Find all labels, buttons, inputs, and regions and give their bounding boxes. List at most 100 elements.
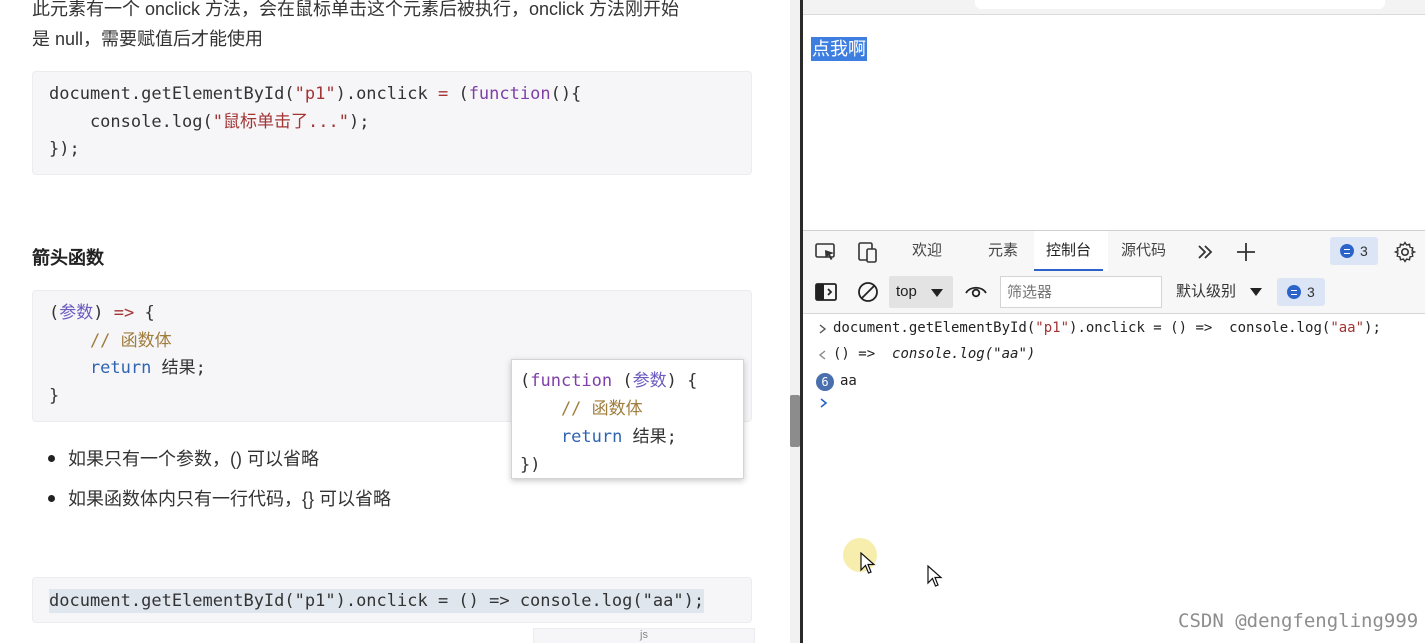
console-token: () => — [833, 346, 893, 362]
code-comment: // 函数体 — [520, 399, 643, 419]
code-token: ).onclick — [335, 84, 438, 104]
issues-count: 3 — [1360, 243, 1368, 259]
code-token: document.getElementById( — [49, 84, 295, 104]
context-value: top — [896, 283, 917, 300]
code-token: ); — [683, 591, 705, 611]
code-string: "鼠标单击了..." — [212, 111, 349, 132]
code-token: ); — [348, 111, 370, 132]
tab-console[interactable]: 控制台 — [1033, 231, 1104, 271]
inspect-element-icon[interactable] — [814, 240, 838, 264]
code-block-arrow-onclick: document.getElementById("p1").onclick = … — [32, 577, 752, 623]
context-selector[interactable]: top — [889, 276, 953, 308]
console-token: ); — [1364, 320, 1381, 336]
dropdown-caret-icon — [931, 289, 943, 297]
list-item: 如果只有一个参数，() 可以省略 — [48, 445, 319, 471]
message-icon — [1340, 244, 1354, 258]
selected-code[interactable]: document.getElementById("p1").onclick = … — [49, 589, 705, 613]
repeat-count-badge: 6 — [816, 373, 834, 391]
mouse-cursor-icon — [860, 552, 876, 574]
code-comment: // 函数体 — [49, 330, 172, 351]
code-param: 参数 — [59, 303, 94, 323]
live-expression-eye-icon[interactable] — [964, 280, 988, 304]
code-block-fragment: js — [533, 628, 755, 643]
code-token: ).onclick = () => console.log( — [335, 591, 643, 611]
mouse-cursor-icon — [927, 565, 943, 587]
result-chevron-icon — [818, 350, 826, 360]
console-token: ).onclick = () => console.log( — [1069, 320, 1331, 336]
article-scrollbar-thumb[interactable] — [790, 395, 800, 447]
add-tab-icon[interactable] — [1234, 240, 1258, 264]
tab-sources[interactable]: 源代码 — [1121, 231, 1166, 271]
code-token: ( — [448, 84, 469, 104]
code-line: (参数) => { — [49, 300, 751, 328]
code-keyword: function — [468, 84, 551, 104]
code-token: ) { — [666, 371, 698, 391]
intro-line-1: 此元素有一个 onclick 方法，会在鼠标单击这个元素后被执行，onclick… — [32, 0, 680, 19]
page-viewport: 点我啊 — [803, 15, 1425, 229]
tab-elements[interactable]: 元素 — [988, 231, 1018, 271]
console-string: "p1" — [1035, 320, 1070, 336]
code-keyword: return — [49, 358, 152, 378]
list-item-text: 如果函数体内只有一行代码，{} 可以省略 — [68, 489, 392, 509]
console-output: document.getElementById("p1").onclick = … — [803, 314, 1425, 643]
code-string: "p1" — [294, 84, 336, 104]
code-block-onclick-function: document.getElementById("p1").onclick = … — [32, 71, 752, 175]
code-line: }) — [520, 455, 541, 475]
p1-click-text[interactable]: 点我啊 — [811, 37, 867, 61]
tab-welcome[interactable]: 欢迎 — [912, 231, 942, 271]
log-levels-dropdown[interactable]: 默认级别 — [1176, 271, 1236, 313]
code-token: ( — [612, 371, 633, 391]
levels-caret-icon — [1250, 288, 1262, 296]
console-string: "aa" — [1330, 320, 1365, 336]
code-keyword: return — [520, 427, 623, 447]
console-filter-input[interactable] — [1000, 276, 1162, 308]
browser-toolbar — [803, 0, 1425, 15]
code-string: "p1" — [294, 591, 336, 611]
code-keyword: function — [530, 371, 613, 391]
code-token: ( — [520, 371, 531, 391]
code-token: document.getElementById( — [49, 591, 295, 611]
code-param: 参数 — [632, 371, 667, 391]
message-icon — [1287, 285, 1301, 299]
issues-count: 3 — [1307, 284, 1315, 300]
console-result-entry[interactable]: () => console.log("aa") — [833, 346, 1035, 362]
console-input-entry[interactable]: document.getElementById("p1").onclick = … — [833, 320, 1381, 336]
code-token: console.log( — [49, 111, 213, 132]
code-string: "aa" — [642, 591, 684, 611]
code-operator: => — [113, 303, 135, 323]
code-line: return 结果; — [520, 423, 743, 451]
code-token: 结果; — [151, 358, 206, 378]
code-line: console.log("鼠标单击了..."); — [49, 109, 751, 137]
more-tabs-icon[interactable] — [1193, 240, 1217, 264]
list-item-text: 如果只有一个参数，() 可以省略 — [68, 449, 319, 469]
csdn-watermark: CSDN @dengfengling999 — [1178, 610, 1419, 632]
code-token: 结果; — [622, 427, 677, 447]
console-prompt-icon[interactable] — [819, 397, 828, 409]
code-token: ) — [93, 303, 114, 323]
browser-window: 点我啊 欢迎 元素 控制台 源代码 3 top 筛选器 默认级别 3 docum… — [803, 0, 1425, 643]
console-log-entry[interactable]: aa — [840, 373, 857, 389]
devtools-tab-bar: 欢迎 元素 控制台 源代码 3 — [803, 230, 1425, 272]
code-token: ( — [49, 303, 60, 323]
toolbar-issues-badge[interactable]: 3 — [1277, 278, 1325, 306]
device-emulation-icon[interactable] — [856, 240, 880, 264]
console-toolbar: top 默认级别 3 — [803, 271, 1425, 314]
address-bar[interactable] — [975, 0, 1385, 9]
settings-gear-icon[interactable] — [1393, 240, 1417, 264]
code-operator: = — [437, 84, 449, 104]
clear-console-icon[interactable] — [856, 280, 880, 304]
article-pane: 此元素有一个 onclick 方法，会在鼠标单击这个元素后被执行，onclick… — [0, 0, 790, 643]
article-scrollbar-track[interactable] — [790, 0, 800, 643]
list-item: 如果函数体内只有一行代码，{} 可以省略 — [48, 485, 391, 511]
input-chevron-icon — [819, 324, 827, 334]
code-token: (){ — [550, 84, 582, 104]
heading-arrow-functions: 箭头函数 — [32, 248, 104, 268]
code-tooltip: (function (参数) { // 函数体 return 结果; }) — [511, 359, 744, 479]
code-line: }); — [49, 139, 80, 159]
issues-badge[interactable]: 3 — [1330, 237, 1378, 265]
console-token: document.getElementById( — [833, 320, 1036, 336]
sidebar-toggle-icon[interactable] — [814, 280, 838, 304]
code-token: { — [134, 303, 155, 323]
code-line: (function (参数) { — [520, 367, 743, 395]
log-levels-label: 默认级别 — [1176, 283, 1237, 300]
